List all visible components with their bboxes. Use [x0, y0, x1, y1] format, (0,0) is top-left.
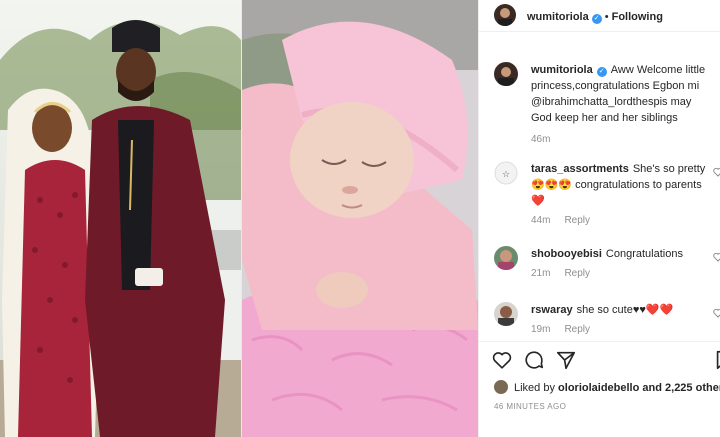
verified-badge-icon: ✓: [596, 67, 607, 77]
post-image[interactable]: [0, 0, 478, 437]
comment-text: Congratulations: [605, 248, 683, 260]
caption-body: wumitoriola ✓ Aww Welcome little princess,…: [531, 62, 707, 146]
couple-photo: [0, 0, 241, 437]
commenter-avatar[interactable]: [494, 246, 518, 270]
author-avatar[interactable]: [494, 4, 516, 26]
comment-time[interactable]: 19m: [531, 324, 550, 335]
comment-username[interactable]: taras_assortments: [531, 163, 629, 175]
paper-plane-icon[interactable]: [555, 349, 577, 371]
comment-time[interactable]: 44m: [531, 215, 550, 226]
svg-text:☆: ☆: [502, 170, 510, 180]
verified-badge-icon: ✓: [591, 14, 602, 24]
heart-icon[interactable]: [491, 349, 513, 371]
small-heart-icon[interactable]: [713, 308, 720, 318]
commenter-avatar[interactable]: [494, 302, 518, 326]
comment-body: taras_assortments She's so pretty 😍😍😍 con…: [531, 161, 707, 227]
comment-meta: 19m Reply: [531, 324, 707, 336]
following-button[interactable]: Following: [612, 11, 663, 23]
comment-text: she so cute♥♥❤️❤️: [576, 304, 674, 316]
caption-username[interactable]: wumitoriola: [531, 64, 593, 76]
separator-dot: •: [604, 11, 609, 23]
commenter-avatar[interactable]: ☆: [494, 161, 518, 185]
comment-meta: 44m Reply: [531, 215, 707, 227]
liker-avatar[interactable]: [494, 380, 508, 394]
likes-count[interactable]: and 2,225 others: [642, 382, 720, 394]
comment-time[interactable]: 21m: [531, 268, 550, 279]
likes-prefix: Liked by: [514, 382, 555, 394]
bookmark-icon[interactable]: [713, 349, 720, 371]
comment-meta: 21m Reply: [531, 268, 707, 280]
comment-username[interactable]: shobooyebisi: [531, 248, 602, 260]
reply-button[interactable]: Reply: [564, 215, 590, 226]
post-actions: Liked by oloriolaidebello and 2,225 othe…: [479, 341, 720, 436]
post-side-panel: wumitoriola ✓ • Following wumitoriola ✓ Aww W…: [478, 0, 720, 437]
reply-button[interactable]: Reply: [564, 324, 590, 335]
caption-meta: 46m: [531, 134, 707, 146]
small-heart-icon[interactable]: [713, 252, 720, 262]
comment-username[interactable]: rswaray: [531, 304, 573, 316]
liker-username[interactable]: oloriolaidebello: [558, 382, 639, 394]
comment-body: shobooyebisi Congratulations 21m Reply: [531, 246, 707, 280]
caption-time[interactable]: 46m: [531, 134, 550, 145]
baby-photo: [242, 0, 478, 437]
post-header: wumitoriola ✓ • Following: [479, 0, 720, 32]
reply-button[interactable]: Reply: [564, 268, 590, 279]
small-heart-icon[interactable]: [713, 167, 720, 177]
comment-icon[interactable]: [523, 349, 545, 371]
comment-body: rswaray she so cute♥♥❤️❤️ 19m Reply: [531, 302, 707, 336]
caption-author-avatar[interactable]: [494, 62, 518, 86]
author-username[interactable]: wumitoriola: [527, 11, 589, 23]
post-timestamp[interactable]: 46 MINUTES AGO: [494, 402, 566, 411]
likes-summary: Liked by oloriolaidebello and 2,225 othe…: [494, 380, 720, 394]
